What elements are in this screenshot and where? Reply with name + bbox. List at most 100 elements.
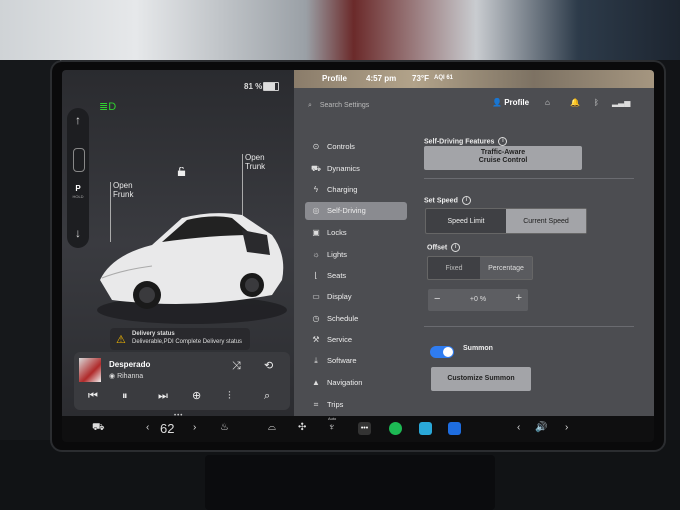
gear-up-icon[interactable]: ↑ — [67, 113, 89, 127]
search-icon[interactable]: ⌕ — [264, 391, 270, 402]
set-speed-selector[interactable]: Speed Limit Current Speed — [425, 208, 587, 234]
song-title: Desperado — [109, 360, 151, 369]
nav-lights[interactable]: ☼ Lights — [305, 246, 407, 264]
volume-up-icon[interactable]: › — [565, 423, 568, 433]
search-settings[interactable]: ⌕ Search Settings — [308, 102, 369, 110]
previous-track-icon[interactable]: ⏮ — [88, 391, 98, 402]
nav-label: Display — [327, 292, 352, 301]
nav-controls[interactable]: ⊙ Controls — [305, 138, 407, 156]
shuffle-icon[interactable]: ⤨ — [232, 361, 241, 372]
car-icon[interactable]: ⛟ — [92, 423, 105, 433]
nav-display[interactable]: ▭ Display — [305, 288, 407, 306]
speed-limit-option[interactable]: Speed Limit — [426, 209, 506, 233]
open-trunk-button[interactable]: Open Trunk — [245, 153, 265, 171]
nav-software[interactable]: ⤓ Software — [305, 352, 407, 370]
summon-label: Summon — [463, 345, 493, 352]
pause-icon[interactable]: ⏸ — [122, 391, 128, 402]
warning-icon: ⚠ — [116, 334, 126, 346]
media-player: Desperado ◉ Rihanna ⤨ ⟲ ⏮ ⏸ ⏭ ⊕ ⫶ ⌕ — [74, 352, 290, 410]
info-icon[interactable]: i — [498, 137, 508, 146]
delivery-status-banner[interactable]: ⚠ Delivery status Deliverable,PDI Comple… — [110, 328, 250, 350]
nav-schedule[interactable]: ◷ Schedule — [305, 310, 407, 328]
nav-self-driving[interactable]: ◎ Self-Driving — [305, 202, 407, 220]
nav-charging[interactable]: ϟ Charging — [305, 181, 407, 199]
nav-trips[interactable]: ⌗ Trips — [305, 396, 407, 414]
taskbar: ⛟ ‹ 62 › ♨ ⌓ ✣ Auto ♆ ••• ‹ 🔊 › — [62, 416, 654, 442]
toybox-icon[interactable] — [419, 422, 432, 435]
signal-icon: ▂▃▅ — [612, 98, 631, 107]
album-art — [79, 358, 101, 382]
current-speed-option[interactable]: Current Speed — [506, 209, 586, 233]
defrost-icon[interactable]: ⌓ — [268, 423, 276, 433]
fixed-option[interactable]: Fixed — [428, 257, 480, 279]
info-icon[interactable]: i — [451, 243, 461, 252]
customize-summon-button[interactable]: Customize Summon — [431, 367, 531, 391]
info-icon[interactable]: i — [461, 196, 471, 205]
profile-label: Profile — [504, 98, 530, 107]
equalizer-icon[interactable]: ⫶ — [228, 391, 231, 402]
touchscreen: 81 % ≣D ↑ P HOLD ↓ Open Frunk Open Trunk — [62, 70, 654, 442]
nav-seats[interactable]: ⌊ Seats — [305, 267, 407, 285]
gear-down-icon[interactable]: ↓ — [67, 226, 89, 240]
fan-icon[interactable]: ✣ — [298, 423, 306, 433]
air-quality-badge: AQI 61 — [434, 75, 454, 81]
bluetooth-icon[interactable]: ᛒ — [594, 98, 599, 107]
nav-label: Trips — [327, 400, 344, 409]
artist-name: ◉ Rihanna — [109, 373, 144, 380]
nav-locks[interactable]: ▣ Locks — [305, 224, 407, 242]
temp-down-icon[interactable]: ‹ — [146, 423, 149, 433]
nav-label: Charging — [327, 185, 358, 194]
car-top-icon — [73, 148, 85, 172]
percentage-option[interactable]: Percentage — [480, 257, 532, 279]
nav-label: Service — [327, 335, 353, 344]
temp-up-icon[interactable]: › — [193, 423, 196, 433]
spotify-icon[interactable] — [389, 422, 402, 435]
nav-service[interactable]: ⚒ Service — [305, 331, 407, 349]
search-placeholder: Search Settings — [319, 102, 370, 109]
set-speed-heading: Set Speed i — [424, 196, 471, 205]
bell-icon[interactable]: 🔔 — [570, 98, 580, 107]
offset-selector[interactable]: Fixed Percentage — [427, 256, 533, 280]
lock-icon: ▣ — [312, 228, 320, 237]
navigation-icon: ▲ — [312, 378, 320, 387]
nav-navigation[interactable]: ▲ Navigation — [305, 374, 407, 392]
wrench-icon: ⚒ — [312, 335, 320, 344]
nav-label: Lights — [327, 250, 348, 259]
nav-dynamics[interactable]: ⛟ Dynamics — [305, 160, 407, 178]
clock-icon: ◷ — [312, 314, 320, 323]
more-apps-icon[interactable]: ••• — [358, 422, 371, 435]
nav-label: Controls — [327, 142, 355, 151]
open-frunk-button[interactable]: Open Frunk — [113, 181, 133, 199]
status-profile-label: Profile — [322, 74, 347, 83]
lock-icon[interactable] — [177, 167, 186, 176]
summon-toggle[interactable] — [430, 346, 454, 358]
profile-button[interactable]: 👤 Profile — [492, 98, 529, 107]
plus-icon[interactable]: + — [516, 292, 522, 304]
offset-value: +0 % — [469, 296, 487, 303]
gear-selector[interactable]: ↑ P HOLD ↓ — [67, 108, 89, 248]
repeat-icon[interactable]: ⟲ — [264, 361, 273, 372]
display-icon: ▭ — [312, 292, 320, 301]
button-line-2: Cruise Control — [478, 157, 528, 164]
toggle-knob — [443, 347, 453, 357]
toggle-icon: ⊙ — [312, 142, 320, 151]
volume-down-icon[interactable]: ‹ — [517, 423, 520, 433]
divider — [424, 326, 634, 327]
climate-auto-icon[interactable]: ♆ — [328, 423, 336, 433]
status-bar: Profile 4:57 pm 73°F AQI 61 — [294, 70, 654, 88]
nav-label: Navigation — [327, 378, 363, 387]
next-track-icon[interactable]: ⏭ — [158, 391, 168, 402]
delivery-title: Delivery status — [132, 331, 175, 337]
nav-label: Seats — [327, 271, 347, 280]
cabin-temperature: 62 — [160, 421, 175, 436]
add-favorite-icon[interactable]: ⊕ — [192, 391, 201, 402]
offset-stepper: − +0 % + — [428, 289, 528, 311]
clock: 4:57 pm — [366, 74, 397, 83]
seat-heater-icon[interactable]: ♨ — [220, 423, 229, 433]
button-line-1: Traffic-Aware — [480, 149, 526, 156]
battery-percentage: 81 % — [244, 82, 263, 91]
traffic-aware-cruise-control-button[interactable]: Traffic-Aware Cruise Control — [424, 146, 582, 170]
garage-icon[interactable]: ⌂ — [545, 98, 550, 107]
speaker-icon[interactable]: 🔊 — [535, 423, 547, 433]
camera-icon[interactable] — [448, 422, 461, 435]
